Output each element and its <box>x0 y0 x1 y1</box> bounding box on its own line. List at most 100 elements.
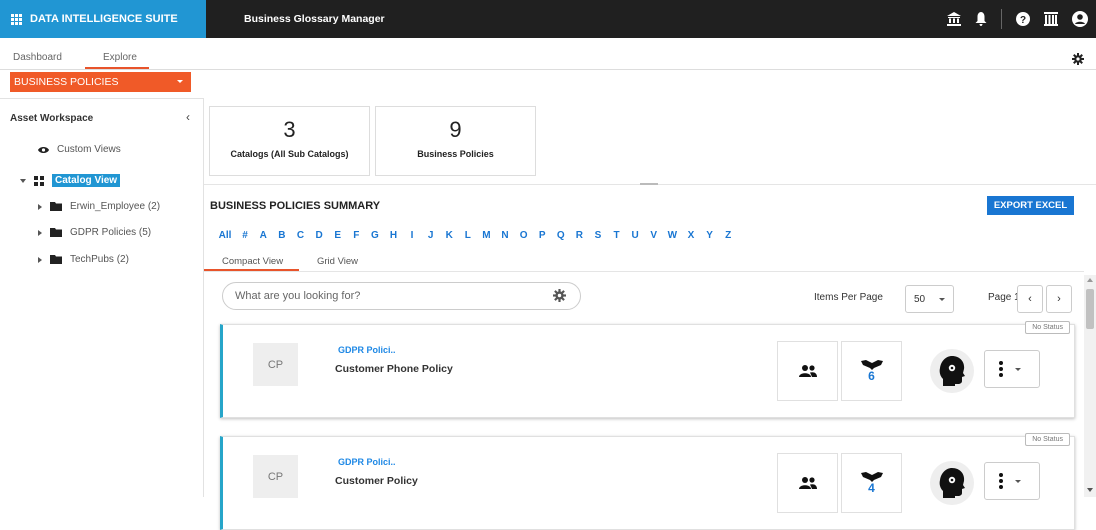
tab-dashboard[interactable]: Dashboard <box>13 52 62 63</box>
search-settings-gear-icon[interactable] <box>553 289 566 302</box>
alphabet-letter[interactable]: Q <box>552 230 571 241</box>
items-per-page-select[interactable]: 50 <box>905 285 954 313</box>
next-page-button[interactable]: › <box>1046 285 1072 313</box>
alphabet-letter[interactable]: L <box>459 230 478 241</box>
ai-insights-button[interactable] <box>930 461 974 505</box>
chevron-down-icon <box>177 80 183 83</box>
sidebar-item-erwin-employee[interactable]: Erwin_Employee (2) <box>38 201 160 212</box>
tab-grid-view[interactable]: Grid View <box>317 256 358 267</box>
folder-icon <box>50 255 62 264</box>
sidebar-item-label: Custom Views <box>57 144 121 155</box>
alphabet-letter[interactable]: C <box>291 230 310 241</box>
asset-type-select[interactable]: BUSINESS POLICIES <box>10 72 191 92</box>
alphabet-letter[interactable]: T <box>607 230 626 241</box>
bank-icon[interactable] <box>947 12 961 26</box>
library-icon[interactable] <box>1044 12 1058 26</box>
tab-active-indicator <box>85 67 149 69</box>
chevron-down-icon <box>1015 367 1021 371</box>
more-actions-menu[interactable] <box>984 350 1040 388</box>
alphabet-letter[interactable]: Z <box>719 230 738 241</box>
alphabet-letter[interactable]: V <box>644 230 663 241</box>
alphabet-letter[interactable]: F <box>347 230 366 241</box>
alphabet-letter[interactable]: X <box>682 230 701 241</box>
resize-handle[interactable] <box>640 183 658 185</box>
asset-type-value: BUSINESS POLICIES <box>14 76 119 88</box>
brand[interactable]: DATA INTELLIGENCE SUITE <box>0 0 206 38</box>
settings-gear-icon[interactable] <box>1072 53 1084 65</box>
alphabet-letter[interactable]: R <box>570 230 589 241</box>
alphabet-letter[interactable]: # <box>236 230 254 241</box>
alphabet-letter[interactable]: J <box>421 230 440 241</box>
scrollbar-thumb[interactable] <box>1086 289 1094 329</box>
sidebar-item-techpubs[interactable]: TechPubs (2) <box>38 254 129 265</box>
alphabet-letter[interactable]: G <box>366 230 385 241</box>
search-input[interactable]: What are you looking for? <box>222 282 581 310</box>
folder-icon <box>50 202 62 211</box>
sidebar-item-gdpr-policies[interactable]: GDPR Policies (5) <box>38 227 151 238</box>
policy-name[interactable]: Customer Policy <box>335 475 418 487</box>
status-badge: No Status <box>1025 433 1070 446</box>
users-icon <box>798 365 817 377</box>
bell-icon[interactable] <box>975 12 987 26</box>
tab-compact-view[interactable]: Compact View <box>222 256 283 267</box>
stat-card-business-policies[interactable]: 9 Business Policies <box>375 106 536 176</box>
alphabet-letter[interactable]: Y <box>700 230 719 241</box>
policy-name[interactable]: Customer Phone Policy <box>335 363 453 375</box>
alphabet-letter[interactable]: I <box>403 230 422 241</box>
scroll-up-arrow-icon[interactable] <box>1087 278 1093 282</box>
stat-value: 9 <box>449 117 462 142</box>
policy-card[interactable]: CP GDPR Polici.. Customer Phone Policy N… <box>220 321 1075 418</box>
policy-avatar: CP <box>253 343 298 386</box>
collapse-chevron-icon[interactable]: ‹ <box>186 110 190 124</box>
alphabet-letter[interactable]: All <box>214 230 236 241</box>
eye-icon <box>38 146 49 153</box>
expand-arrow-icon[interactable] <box>38 203 42 210</box>
prev-page-button[interactable]: ‹ <box>1017 285 1043 313</box>
sidebar-item-catalog-view[interactable]: Catalog View <box>20 174 121 187</box>
chevron-left-icon: ‹ <box>1028 293 1032 305</box>
alphabet-letter[interactable]: U <box>626 230 645 241</box>
help-icon[interactable]: ? <box>1016 12 1030 26</box>
stakeholders-button[interactable] <box>777 341 838 401</box>
alphabet-letter[interactable]: A <box>254 230 273 241</box>
alphabet-letter[interactable]: K <box>440 230 459 241</box>
alphabet-letter[interactable]: P <box>533 230 552 241</box>
sidebar-item-custom-views[interactable]: Custom Views <box>38 144 121 155</box>
stat-card-catalogs[interactable]: 3 Catalogs (All Sub Catalogs) <box>209 106 370 176</box>
policy-catalog-link[interactable]: GDPR Polici.. <box>338 345 396 355</box>
stat-label: Business Policies <box>417 149 494 159</box>
user-icon[interactable] <box>1072 11 1088 27</box>
policy-catalog-link[interactable]: GDPR Polici.. <box>338 457 396 467</box>
alphabet-filter: All # A B C D E F G H I J K L M N O P Q R S T U V W X Y Z <box>214 230 737 241</box>
associations-button[interactable]: 6 <box>841 341 902 401</box>
policy-card[interactable]: CP GDPR Polici.. Customer Policy No Stat… <box>220 433 1075 530</box>
alphabet-letter[interactable]: E <box>328 230 347 241</box>
kebab-menu-icon <box>999 473 1003 489</box>
view-tab-active-indicator <box>204 269 299 271</box>
associations-button[interactable]: 4 <box>841 453 902 513</box>
alphabet-letter[interactable]: S <box>589 230 608 241</box>
kebab-menu-icon <box>999 361 1003 377</box>
alphabet-letter[interactable]: B <box>273 230 292 241</box>
export-excel-button[interactable]: EXPORT EXCEL <box>987 196 1074 215</box>
expand-arrow-icon[interactable] <box>38 256 42 263</box>
alphabet-letter[interactable]: D <box>310 230 329 241</box>
sidebar: Asset Workspace ‹ Custom Views Catalog V… <box>0 98 204 497</box>
alphabet-letter[interactable]: N <box>496 230 515 241</box>
ai-insights-button[interactable] <box>930 349 974 393</box>
page-indicator: Page 1 <box>988 292 1020 303</box>
tab-explore[interactable]: Explore <box>103 52 137 63</box>
expand-arrow-icon[interactable] <box>38 229 42 236</box>
alphabet-letter[interactable]: W <box>663 230 682 241</box>
folder-icon <box>50 228 62 237</box>
more-actions-menu[interactable] <box>984 462 1040 500</box>
stat-value: 3 <box>283 117 296 142</box>
alphabet-letter[interactable]: H <box>384 230 403 241</box>
apps-grid-icon[interactable] <box>11 13 22 25</box>
stakeholders-button[interactable] <box>777 453 838 513</box>
alphabet-letter[interactable]: M <box>477 230 496 241</box>
alphabet-letter[interactable]: O <box>514 230 533 241</box>
scroll-down-arrow-icon[interactable] <box>1087 488 1093 492</box>
chevron-down-icon <box>939 298 945 301</box>
expand-arrow-icon[interactable] <box>20 178 26 183</box>
